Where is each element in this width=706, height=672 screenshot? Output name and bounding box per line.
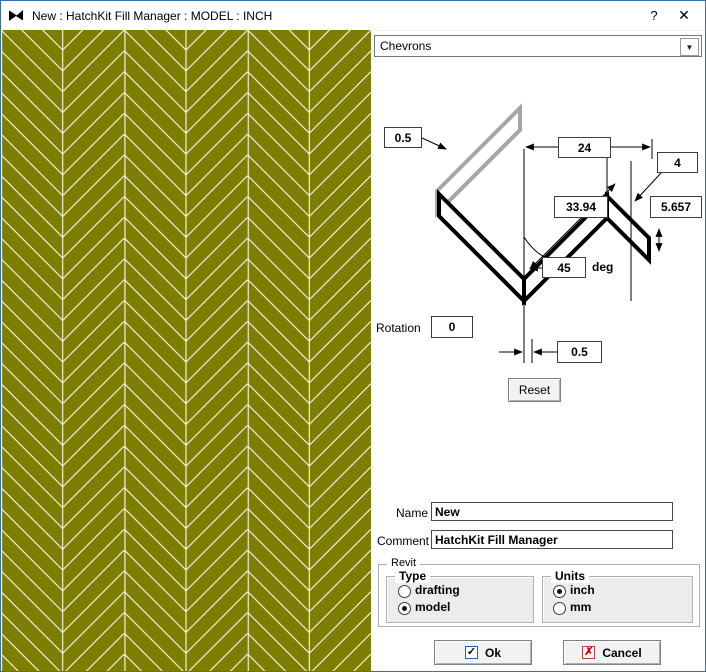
radio-mm-label[interactable]: mm bbox=[570, 600, 591, 614]
ghost-band bbox=[437, 108, 520, 213]
chevron-left-band bbox=[439, 194, 524, 301]
chevron-next-band bbox=[607, 196, 649, 260]
dim-offset-bottom-input[interactable]: 0.5 bbox=[557, 341, 602, 363]
dim-angle-input[interactable]: 45 bbox=[542, 257, 586, 278]
hatchkit-window: New : HatchKit Fill Manager : MODEL : IN… bbox=[0, 0, 706, 672]
name-label: Name bbox=[394, 506, 428, 520]
radio-mm[interactable] bbox=[553, 602, 566, 615]
radio-inch-label[interactable]: inch bbox=[570, 583, 595, 597]
name-input[interactable] bbox=[431, 502, 673, 521]
rotation-input[interactable]: 0 bbox=[431, 316, 473, 338]
chevron-hatch bbox=[1, 30, 371, 671]
window-title: New : HatchKit Fill Manager : MODEL : IN… bbox=[32, 9, 272, 23]
title-bar: New : HatchKit Fill Manager : MODEL : IN… bbox=[1, 1, 705, 31]
dim-gap-input[interactable]: 4 bbox=[657, 152, 698, 173]
comment-input[interactable] bbox=[431, 530, 673, 549]
pattern-type-select[interactable]: Chevrons ▼ bbox=[374, 35, 702, 57]
units-group: Units inch mm bbox=[542, 576, 693, 623]
units-legend: Units bbox=[551, 569, 589, 583]
check-icon: ✓ bbox=[465, 646, 478, 659]
cancel-button[interactable]: ✗ Cancel bbox=[563, 640, 661, 665]
pattern-preview bbox=[1, 30, 371, 671]
ok-label: Ok bbox=[485, 646, 501, 660]
help-button[interactable]: ? bbox=[639, 8, 669, 23]
dim-vertical-gap-input[interactable]: 5.657 bbox=[650, 196, 702, 218]
radio-model[interactable] bbox=[398, 602, 411, 615]
dim-width-input[interactable]: 24 bbox=[558, 137, 611, 158]
radio-model-label[interactable]: model bbox=[415, 600, 450, 614]
radio-drafting[interactable] bbox=[398, 585, 411, 598]
comment-label: Comment bbox=[377, 534, 428, 548]
rotation-label: Rotation bbox=[376, 321, 421, 335]
chevron-down-icon[interactable]: ▼ bbox=[680, 38, 699, 56]
angle-unit-label: deg bbox=[592, 260, 613, 274]
ok-button[interactable]: ✓ Ok bbox=[434, 640, 532, 665]
dim-offset-top-input[interactable]: 0.5 bbox=[384, 127, 422, 148]
dim-length-input[interactable]: 33.94 bbox=[554, 196, 608, 218]
cancel-label: Cancel bbox=[602, 646, 641, 660]
radio-drafting-label[interactable]: drafting bbox=[415, 583, 460, 597]
revit-group: Revit Type drafting model Units inch mm bbox=[378, 564, 700, 627]
type-legend: Type bbox=[395, 569, 430, 583]
pattern-type-value: Chevrons bbox=[380, 39, 431, 53]
revit-legend: Revit bbox=[387, 557, 420, 569]
x-icon: ✗ bbox=[582, 646, 595, 659]
type-group: Type drafting model bbox=[386, 576, 534, 623]
reset-button[interactable]: Reset bbox=[508, 378, 561, 402]
radio-inch[interactable] bbox=[553, 585, 566, 598]
close-button[interactable]: ✕ bbox=[669, 7, 699, 24]
app-icon bbox=[8, 8, 24, 24]
